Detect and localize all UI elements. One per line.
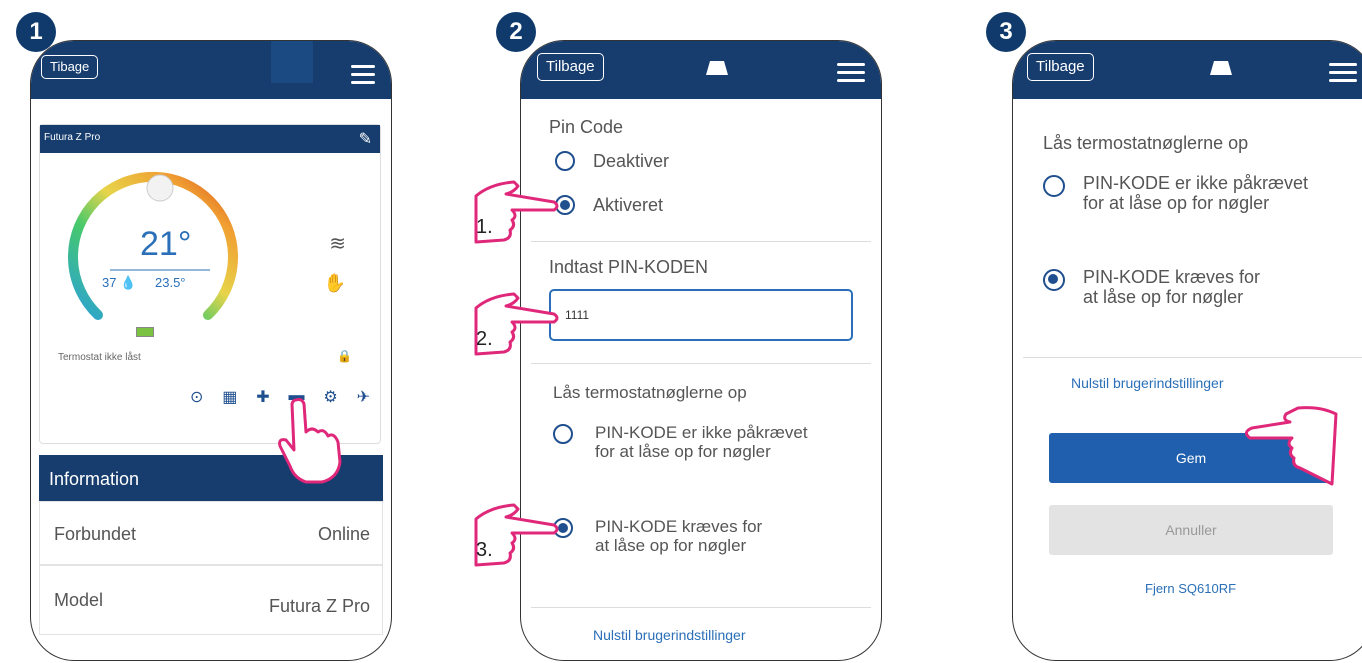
callout-hand-3: 3.	[470, 503, 560, 569]
hand-mode-icon: ✋	[323, 273, 346, 293]
lock-status: Termostat ikke låst	[58, 352, 141, 363]
pin-code-title: Pin Code	[549, 117, 624, 137]
menu-icon[interactable]	[351, 65, 375, 89]
battery-icon	[136, 327, 154, 337]
callout-number: 2.	[476, 328, 493, 350]
divider	[531, 241, 871, 242]
divider	[1023, 357, 1362, 358]
callout-number: 3.	[476, 539, 493, 561]
radio-label: PIN-KODE er ikke påkrævet for at låse op …	[1083, 173, 1309, 213]
divider	[531, 363, 871, 364]
pointing-hand-icon	[278, 398, 342, 484]
edit-icon[interactable]: ✎	[359, 129, 372, 149]
step-badge: 2	[496, 12, 536, 52]
info-row-connected: Forbundet Online	[39, 501, 383, 565]
info-row-model: Model Futura Z Pro	[39, 565, 383, 635]
setpoint-value: 23.5°	[155, 275, 186, 290]
radio-label: PIN-KODE er ikke påkrævet for at låse op …	[595, 423, 808, 461]
schedule-icon[interactable]: ▦	[222, 387, 237, 407]
lock-icon: 🔒	[337, 349, 352, 363]
pin-value: 1111	[565, 308, 590, 322]
radio-label: PIN-KODE kræves for at låse op for nøgler	[595, 517, 763, 555]
info-label: Model	[54, 590, 104, 610]
plug-icon[interactable]: ✚	[256, 387, 269, 407]
pin-input-label: Indtast PIN-KODEN	[549, 257, 709, 277]
radio-pin-required[interactable]	[1043, 269, 1065, 291]
reset-settings-link[interactable]: Nulstil brugerindstillinger	[593, 627, 746, 643]
device-name: Futura Z Pro	[44, 132, 101, 143]
callout-number: 1.	[476, 216, 493, 238]
radio-pin-not-required[interactable]	[553, 424, 573, 444]
pointing-hand-icon	[1245, 406, 1338, 486]
app-header: Tilbage	[1013, 41, 1362, 99]
info-label: Forbundet	[54, 524, 137, 544]
droplet-icon: 💧	[120, 275, 137, 290]
thermostat-icon	[706, 61, 728, 75]
radio-label: PIN-KODE kræves for at låse op for nøgler	[1083, 267, 1261, 307]
unlock-title: Lås termostatnøglerne op	[553, 383, 747, 402]
app-header: Tibage	[31, 41, 391, 99]
callout-hand-1: 1.	[470, 180, 560, 246]
back-button[interactable]: Tilbage	[537, 53, 604, 81]
cancel-button[interactable]: Annuller	[1049, 505, 1333, 555]
reset-settings-link[interactable]: Nulstil brugerindstillinger	[1071, 375, 1224, 391]
phone-screen-2: Tilbage Pin Code Deaktiver Aktiveret Ind…	[520, 40, 882, 661]
back-button[interactable]: Tibage	[41, 55, 99, 79]
thermostat-icon	[1210, 61, 1232, 75]
callout-hand-2: 2.	[470, 292, 560, 358]
back-button[interactable]: Tilbage	[1027, 53, 1094, 81]
radio-deactivate[interactable]	[555, 151, 575, 171]
step-badge: 3	[986, 12, 1026, 52]
radio-pin-not-required[interactable]	[1043, 175, 1065, 197]
remove-device-link[interactable]: Fjern SQ610RF	[1145, 581, 1236, 596]
pin-input[interactable]: 1111	[549, 289, 853, 341]
pin-icon[interactable]: ✈	[357, 387, 370, 407]
device-card-header: Futura Z Pro ✎	[40, 125, 380, 153]
heating-icon: ≋	[329, 233, 346, 255]
app-header: Tilbage	[521, 41, 881, 99]
phone-screen-3: Tilbage Lås termostatnøglerne op PIN-KOD…	[1012, 40, 1362, 661]
divider	[531, 607, 871, 608]
info-value: Futura Z Pro	[268, 596, 370, 616]
humidity-value: 37 💧	[102, 275, 137, 290]
phone-screen-1: Tibage Futura Z Pro ✎ 21° 37 💧 23.5° ≋ ✋…	[30, 40, 392, 661]
unlock-title: Lås termostatnøglerne op	[1043, 133, 1249, 153]
menu-icon[interactable]	[837, 63, 865, 87]
search-icon[interactable]: ⊙	[190, 387, 203, 407]
info-title: Information	[49, 469, 140, 489]
step-badge: 1	[16, 12, 56, 52]
menu-icon[interactable]	[1329, 63, 1357, 87]
header-placeholder	[271, 41, 313, 83]
radio-label: Aktiveret	[593, 195, 664, 215]
current-temperature: 21°	[140, 225, 192, 263]
info-value: Online	[317, 524, 370, 544]
radio-label: Deaktiver	[593, 151, 670, 171]
